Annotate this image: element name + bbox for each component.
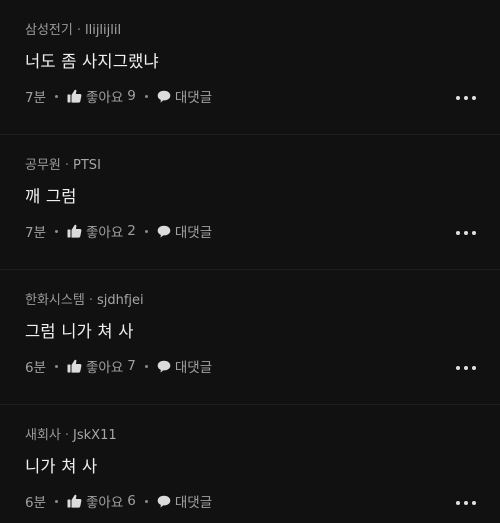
like-label: 좋아요: [86, 495, 124, 511]
reply-button[interactable]: 대댓글: [157, 356, 212, 376]
comment-time: 6분: [25, 495, 47, 511]
meta-dot: [55, 499, 59, 503]
like-label: 좋아요: [86, 225, 124, 241]
author-company: 한화시스템: [25, 293, 85, 308]
meta-dot: [55, 94, 59, 98]
speech-bubble-icon: [157, 360, 171, 373]
like-count: 6: [127, 493, 136, 509]
meta-dot: [144, 94, 148, 98]
reply-button[interactable]: 대댓글: [157, 491, 212, 511]
like-count: 9: [127, 88, 136, 104]
like-button[interactable]: 좋아요 2: [67, 221, 136, 241]
comment-text: 그럼 니가 쳐 사: [25, 322, 134, 341]
like-label: 좋아요: [86, 90, 124, 106]
thumbs-up-icon: [67, 359, 82, 373]
more-options-icon[interactable]: [456, 94, 476, 102]
comment-author[interactable]: 한화시스템 · sjdhfjei: [25, 289, 144, 308]
like-button[interactable]: 좋아요 9: [67, 86, 136, 106]
comment-item: 새회사 · JskX11 니가 쳐 사 6분 좋아요 6 대댓글: [0, 405, 500, 523]
comment-text: 니가 쳐 사: [25, 457, 98, 476]
author-company: 삼성전기: [25, 23, 73, 38]
like-label: 좋아요: [86, 360, 124, 376]
like-button[interactable]: 좋아요 7: [67, 356, 136, 376]
author-separator: ·: [88, 293, 93, 308]
author-nickname: JskX11: [73, 428, 117, 443]
more-options-icon[interactable]: [456, 229, 476, 237]
author-separator: ·: [64, 428, 70, 443]
reply-button[interactable]: 대댓글: [157, 86, 212, 106]
reply-label: 대댓글: [174, 90, 213, 106]
meta-dot: [55, 364, 59, 368]
author-nickname: PTSI: [73, 158, 101, 173]
comment-time: 7분: [25, 225, 47, 241]
author-nickname: llijlijlil: [84, 23, 122, 38]
like-count: 7: [127, 358, 136, 374]
comment-author[interactable]: 삼성전기 · llijlijlil: [25, 19, 121, 38]
meta-dot: [144, 364, 148, 368]
speech-bubble-icon: [157, 90, 171, 103]
author-separator: ·: [64, 158, 70, 173]
thumbs-up-icon: [67, 224, 82, 238]
more-options-icon[interactable]: [456, 364, 476, 372]
comment-author[interactable]: 새회사 · JskX11: [25, 424, 117, 443]
comment-time: 7분: [25, 90, 47, 106]
more-options-icon[interactable]: [456, 499, 476, 507]
meta-dot: [55, 229, 59, 233]
reply-label: 대댓글: [174, 360, 213, 376]
comment-text: 깨 그럼: [25, 187, 77, 206]
speech-bubble-icon: [157, 225, 171, 238]
comment-item: 한화시스템 · sjdhfjei 그럼 니가 쳐 사 6분 좋아요 7 대댓글: [0, 270, 500, 405]
comment-meta: 7분 좋아요 2 대댓글: [25, 221, 212, 241]
comment-text: 너도 좀 사지그랬냐: [25, 52, 159, 71]
author-company: 새회사: [25, 428, 61, 443]
comment-item: 공무원 · PTSI 깨 그럼 7분 좋아요 2 대댓글: [0, 135, 500, 270]
comment-meta: 6분 좋아요 6 대댓글: [25, 491, 212, 511]
meta-dot: [144, 229, 148, 233]
speech-bubble-icon: [157, 495, 171, 508]
comment-time: 6분: [25, 360, 47, 376]
author-separator: ·: [76, 23, 81, 38]
comment-meta: 7분 좋아요 9 대댓글: [25, 86, 212, 106]
reply-label: 대댓글: [174, 225, 213, 241]
author-company: 공무원: [25, 158, 61, 173]
comment-meta: 6분 좋아요 7 대댓글: [25, 356, 212, 376]
meta-dot: [144, 499, 148, 503]
thumbs-up-icon: [67, 89, 82, 103]
author-nickname: sjdhfjei: [96, 293, 144, 308]
comment-author[interactable]: 공무원 · PTSI: [25, 154, 101, 173]
comment-item: 삼성전기 · llijlijlil 너도 좀 사지그랬냐 7분 좋아요 9 대댓글: [0, 0, 500, 135]
thumbs-up-icon: [67, 494, 82, 508]
reply-label: 대댓글: [174, 495, 213, 511]
like-button[interactable]: 좋아요 6: [67, 491, 136, 511]
reply-button[interactable]: 대댓글: [157, 221, 212, 241]
like-count: 2: [127, 223, 136, 239]
